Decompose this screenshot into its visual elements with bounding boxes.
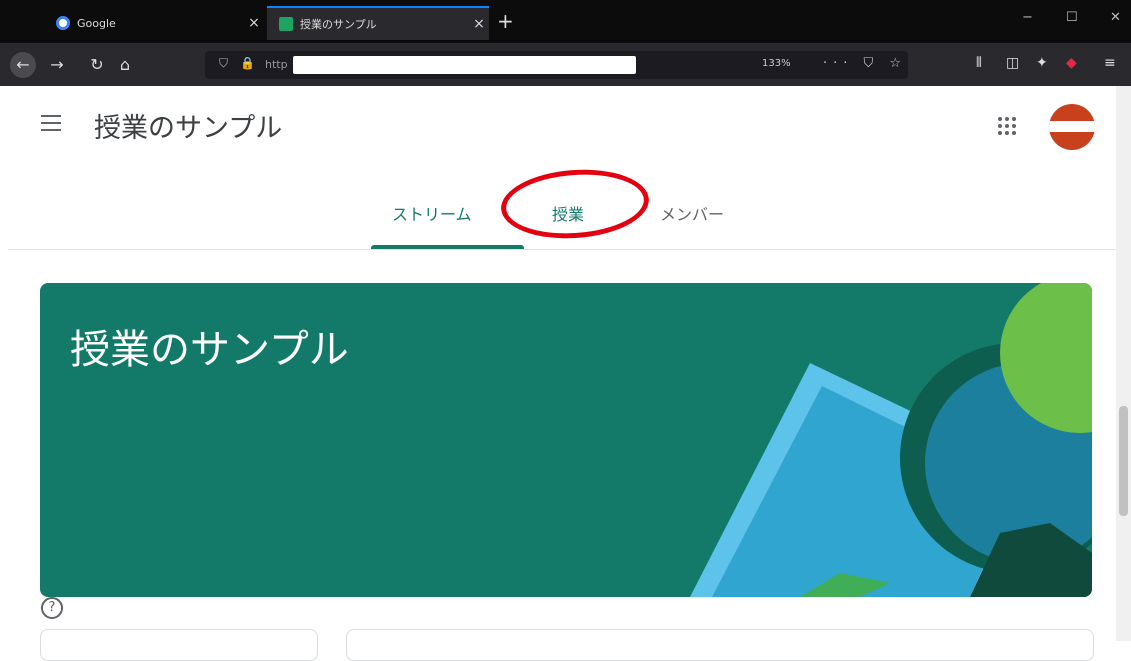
classroom-page: 授業のサンプル ストリーム 授業 メンバー 授業のサンプル ?	[8, 86, 1116, 661]
close-tab-icon[interactable]: ×	[244, 15, 264, 31]
stream-card	[346, 629, 1094, 661]
url-text: http	[265, 58, 288, 71]
browser-tab-title: Google	[77, 16, 116, 30]
url-redacted	[293, 56, 636, 74]
banner-title: 授業のサンプル	[70, 327, 349, 373]
upcoming-card	[40, 629, 318, 661]
active-tab-indicator	[371, 245, 524, 249]
page-title: 授業のサンプル	[94, 113, 283, 144]
google-favicon-icon	[56, 16, 70, 30]
url-bar[interactable]: ⛉ 🔒 http 133% ··· ⛉ ☆	[205, 51, 908, 79]
google-apps-icon[interactable]	[998, 117, 1016, 135]
forward-arrow-icon[interactable]: →	[44, 52, 70, 78]
browser-tab-google[interactable]: Google ×	[44, 8, 264, 38]
browser-tab-classroom[interactable]: 授業のサンプル ×	[267, 6, 489, 40]
scrollbar[interactable]	[1116, 86, 1131, 641]
classroom-favicon-icon	[279, 17, 293, 31]
class-banner: 授業のサンプル	[40, 283, 1092, 597]
close-window-icon[interactable]: ✕	[1110, 10, 1121, 25]
menu-icon[interactable]: ≡	[1104, 55, 1116, 71]
reload-icon[interactable]: ↻	[84, 52, 110, 78]
tab-stream[interactable]: ストリーム	[392, 201, 472, 225]
lock-icon[interactable]: 🔒	[240, 56, 255, 70]
scrollbar-thumb[interactable]	[1119, 406, 1128, 516]
home-icon[interactable]: ⌂	[112, 52, 138, 78]
zoom-level[interactable]: 133%	[762, 58, 791, 69]
page-actions[interactable]: ··· ⛉ ☆	[823, 56, 907, 71]
extension-red-icon[interactable]: ◆	[1066, 55, 1077, 71]
browser-tab-title: 授業のサンプル	[300, 18, 377, 31]
new-tab-button[interactable]: +	[497, 11, 514, 31]
browser-nav-bar: ← → ↻ ⌂ ⛉ 🔒 http 133% ··· ⛉ ☆ ⫴ ◫ ✦ ◆ ≡	[0, 43, 1131, 86]
maximize-icon[interactable]: ☐	[1066, 10, 1078, 25]
tab-members[interactable]: メンバー	[660, 201, 724, 225]
library-icon[interactable]: ⫴	[976, 55, 982, 71]
close-tab-icon[interactable]: ×	[469, 16, 489, 32]
avatar[interactable]	[1049, 104, 1095, 150]
hamburger-menu-icon[interactable]	[41, 115, 61, 136]
extension-icon[interactable]: ✦	[1036, 55, 1048, 71]
help-icon[interactable]: ?	[41, 597, 63, 619]
minimize-icon[interactable]: −	[1022, 10, 1033, 25]
shield-icon[interactable]: ⛉	[219, 56, 228, 71]
sidebar-icon[interactable]: ◫	[1006, 55, 1019, 71]
back-arrow-icon[interactable]: ←	[10, 52, 36, 78]
browser-tab-bar: Google × 授業のサンプル × + − ☐ ✕	[0, 0, 1131, 43]
